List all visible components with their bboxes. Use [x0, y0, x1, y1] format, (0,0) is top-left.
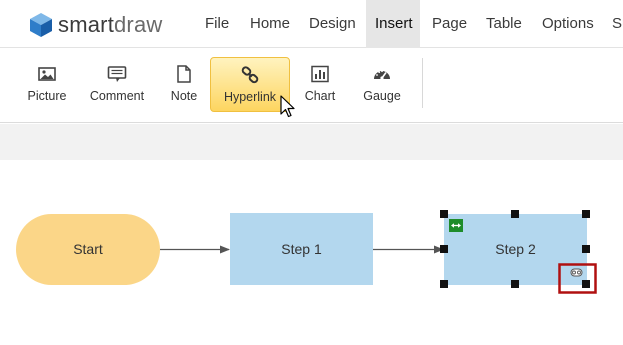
gauge-label: Gauge — [363, 89, 401, 103]
insert-ribbon: Picture Comment Note Hyperlink Chart Gau… — [0, 48, 623, 123]
step1-label: Step 1 — [281, 241, 322, 257]
resize-handle-ne[interactable] — [582, 210, 590, 218]
menu-support[interactable]: Su — [603, 0, 623, 48]
resize-handle-n[interactable] — [511, 210, 519, 218]
menu-design[interactable]: Design — [300, 0, 365, 48]
picture-button[interactable]: Picture — [20, 57, 74, 112]
menu-file[interactable]: File — [196, 0, 238, 48]
gauge-icon — [374, 70, 390, 80]
resize-handle-se[interactable] — [582, 280, 590, 288]
comment-label: Comment — [89, 89, 145, 103]
menu-page[interactable]: Page — [423, 0, 476, 48]
note-icon — [177, 65, 191, 83]
resize-handle-s[interactable] — [511, 280, 519, 288]
picture-label: Picture — [27, 89, 67, 103]
mouse-cursor-icon — [280, 95, 295, 118]
chart-label: Chart — [304, 89, 336, 103]
diagram-canvas[interactable]: Start Step 1 Step 2 — [0, 160, 623, 345]
resize-handle-nw[interactable] — [440, 210, 448, 218]
chart-button[interactable]: Chart — [298, 57, 342, 112]
logo-wordmark: smartdraw — [58, 12, 163, 37]
smartdraw-logo[interactable]: smartdraw — [28, 13, 163, 37]
width-adjust-icon[interactable] — [449, 219, 463, 232]
hyperlink-button[interactable]: Hyperlink — [210, 57, 290, 112]
hyperlink-label: Hyperlink — [223, 90, 277, 104]
hyperlink-indicator-icon[interactable] — [570, 268, 583, 277]
toolbar-band — [0, 124, 623, 160]
smartdraw-logo-icon — [30, 13, 52, 37]
note-label: Note — [170, 89, 198, 103]
picture-icon — [38, 67, 56, 81]
comment-button[interactable]: Comment — [86, 57, 148, 112]
menu-insert[interactable]: Insert — [366, 0, 420, 48]
link-icon — [241, 66, 259, 84]
comment-icon — [107, 66, 127, 82]
ribbon-divider — [422, 58, 423, 108]
gauge-button[interactable]: Gauge — [358, 57, 406, 112]
menu-bar: smartdraw File Home Design Insert Page T… — [0, 0, 623, 48]
resize-handle-sw[interactable] — [440, 280, 448, 288]
start-label: Start — [73, 241, 103, 257]
menu-table[interactable]: Table — [477, 0, 531, 48]
note-button[interactable]: Note — [162, 57, 206, 112]
chart-icon — [311, 65, 329, 83]
step2-label: Step 2 — [495, 241, 536, 257]
menu-home[interactable]: Home — [241, 0, 299, 48]
menu-options[interactable]: Options — [533, 0, 603, 48]
